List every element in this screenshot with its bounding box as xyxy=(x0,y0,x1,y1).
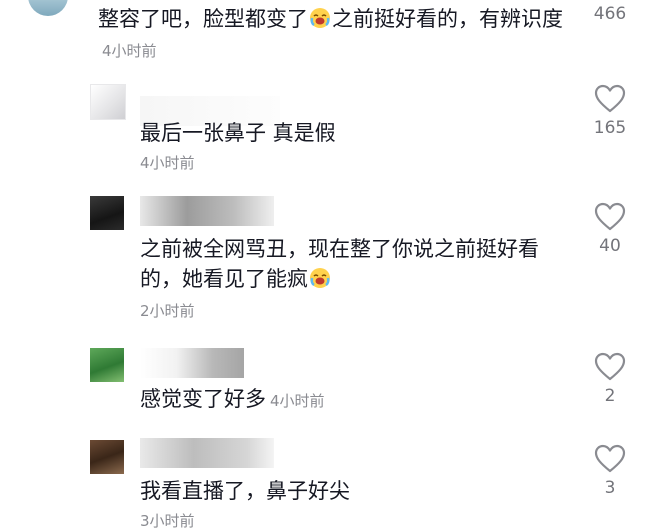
comment-time: 4小时前 xyxy=(102,42,157,60)
comment-time: 2小时前 xyxy=(140,302,195,320)
crying-laugh-emoji-icon xyxy=(310,268,330,288)
like-button[interactable]: 2 xyxy=(588,352,632,406)
like-count: 165 xyxy=(593,118,627,138)
nickname-blurred xyxy=(140,196,274,226)
like-button[interactable]: 165 xyxy=(588,84,632,138)
like-count: 466 xyxy=(593,4,627,24)
comment-time: 4小时前 xyxy=(270,392,325,410)
avatar[interactable] xyxy=(90,348,124,382)
avatar[interactable] xyxy=(90,440,124,474)
like-count: 40 xyxy=(599,236,621,256)
heart-outline-icon xyxy=(594,202,626,231)
like-count: 3 xyxy=(604,478,616,498)
comment-text: 最后一张鼻子 真是假 xyxy=(140,121,336,145)
heart-outline-icon xyxy=(594,352,626,381)
avatar[interactable] xyxy=(90,84,126,120)
avatar[interactable] xyxy=(28,0,68,16)
like-count: 2 xyxy=(604,386,616,406)
comment-text: 整容了吧，脸型都变了 之前挺好看的，有辨识度4小时前 xyxy=(98,7,563,60)
crying-laugh-emoji-icon xyxy=(310,8,330,28)
like-button[interactable]: 3 xyxy=(588,444,632,498)
like-button[interactable]: 466 xyxy=(588,4,632,24)
avatar[interactable] xyxy=(90,196,124,230)
comment-time: 3小时前 xyxy=(140,512,195,530)
heart-outline-icon xyxy=(594,84,626,113)
nickname-blurred xyxy=(140,438,274,468)
comment-time: 4小时前 xyxy=(140,154,195,172)
like-button[interactable]: 40 xyxy=(588,202,632,256)
nickname-blurred xyxy=(140,348,244,378)
comment-text: 之前被全网骂丑，现在整了你说之前挺好看的，她看见了能疯 xyxy=(140,237,539,291)
comment-text: 我看直播了，鼻子好尖 xyxy=(140,479,350,503)
comment-text: 感觉变了好多 4小时前 xyxy=(140,387,325,411)
heart-outline-icon xyxy=(594,444,626,473)
